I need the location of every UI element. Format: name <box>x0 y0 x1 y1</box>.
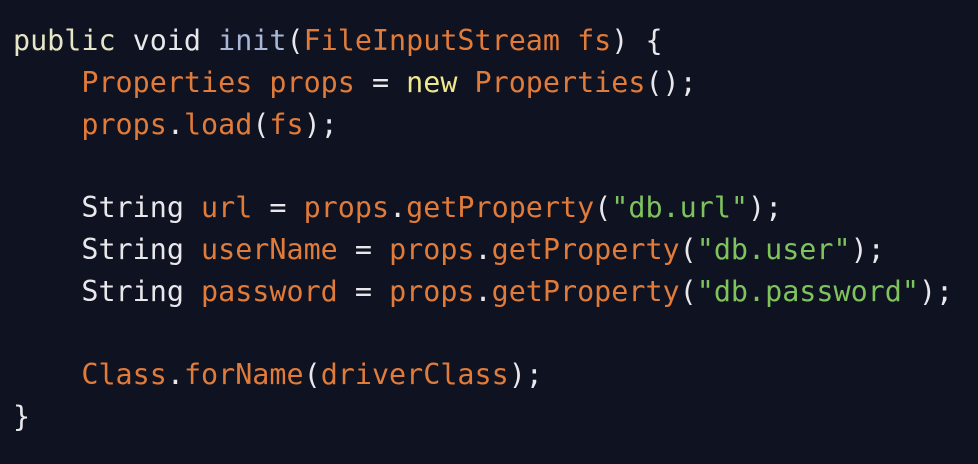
code-token: driverClass <box>320 358 509 392</box>
code-token: new <box>406 65 458 99</box>
code-token: . <box>389 191 407 225</box>
code-token: load <box>183 107 253 141</box>
code-token: userName <box>201 232 338 266</box>
code-token: ); <box>850 232 885 266</box>
code-token: props <box>303 191 390 225</box>
code-token: ( <box>679 274 697 308</box>
code-token: getProperty <box>406 191 595 225</box>
code-token: = <box>354 65 407 99</box>
code-token: ); <box>508 358 543 392</box>
code-token: ( <box>252 107 270 141</box>
code-line: props.load(fs); <box>13 104 978 146</box>
code-token: String <box>81 274 184 308</box>
code-token: getProperty <box>491 274 680 308</box>
code-line: String password = props.getProperty("db.… <box>13 271 978 313</box>
code-token: props <box>269 65 355 99</box>
code-token: = <box>337 232 390 266</box>
code-token: String <box>81 191 184 225</box>
code-line: Class.forName(driverClass); <box>13 354 978 396</box>
code-editor: public void init(FileInputStream fs) { P… <box>0 0 978 464</box>
code-token: ); <box>303 107 338 141</box>
code-token: Properties <box>474 65 646 99</box>
code-token: init <box>218 24 287 57</box>
code-block: public void init(FileInputStream fs) { P… <box>13 20 978 438</box>
code-token: props <box>389 232 475 266</box>
code-token: props <box>81 107 167 141</box>
code-token: } <box>13 400 31 434</box>
code-line: public void init(FileInputStream fs) { <box>13 20 978 62</box>
code-token: url <box>201 191 253 225</box>
code-token: ); <box>748 191 783 225</box>
code-line: String url = props.getProperty("db.url")… <box>13 187 978 229</box>
code-token: void <box>132 24 202 57</box>
code-token: ); <box>918 274 954 308</box>
code-token: = <box>252 191 304 225</box>
code-token: Properties <box>81 65 253 99</box>
code-token: = <box>337 274 390 308</box>
code-token: . <box>474 274 492 308</box>
code-token: ( <box>679 232 697 266</box>
code-token: ( <box>286 24 304 57</box>
code-token: ( <box>303 358 321 392</box>
code-token: ) { <box>611 24 663 57</box>
code-token: (); <box>645 65 697 99</box>
code-line: String userName = props.getProperty("db.… <box>13 229 978 271</box>
code-token: "db.url" <box>611 191 749 225</box>
code-token: ( <box>594 191 612 225</box>
code-token: . <box>474 232 492 266</box>
code-token: Class <box>81 358 167 392</box>
code-token: password <box>201 274 338 308</box>
code-token: . <box>166 358 184 392</box>
code-token: fs <box>577 24 612 57</box>
code-token: FileInputStream <box>303 24 560 57</box>
code-line: } <box>13 396 978 438</box>
code-line: Properties props = new Properties(); <box>13 62 978 104</box>
code-token: public <box>13 24 116 57</box>
code-token: "db.user" <box>696 232 851 266</box>
code-token: fs <box>269 107 304 141</box>
code-token: . <box>166 107 184 141</box>
code-token: getProperty <box>491 232 680 266</box>
code-token: "db.password" <box>696 274 919 308</box>
code-token: props <box>389 274 475 308</box>
code-token: String <box>81 232 184 266</box>
code-token: forName <box>183 358 304 392</box>
